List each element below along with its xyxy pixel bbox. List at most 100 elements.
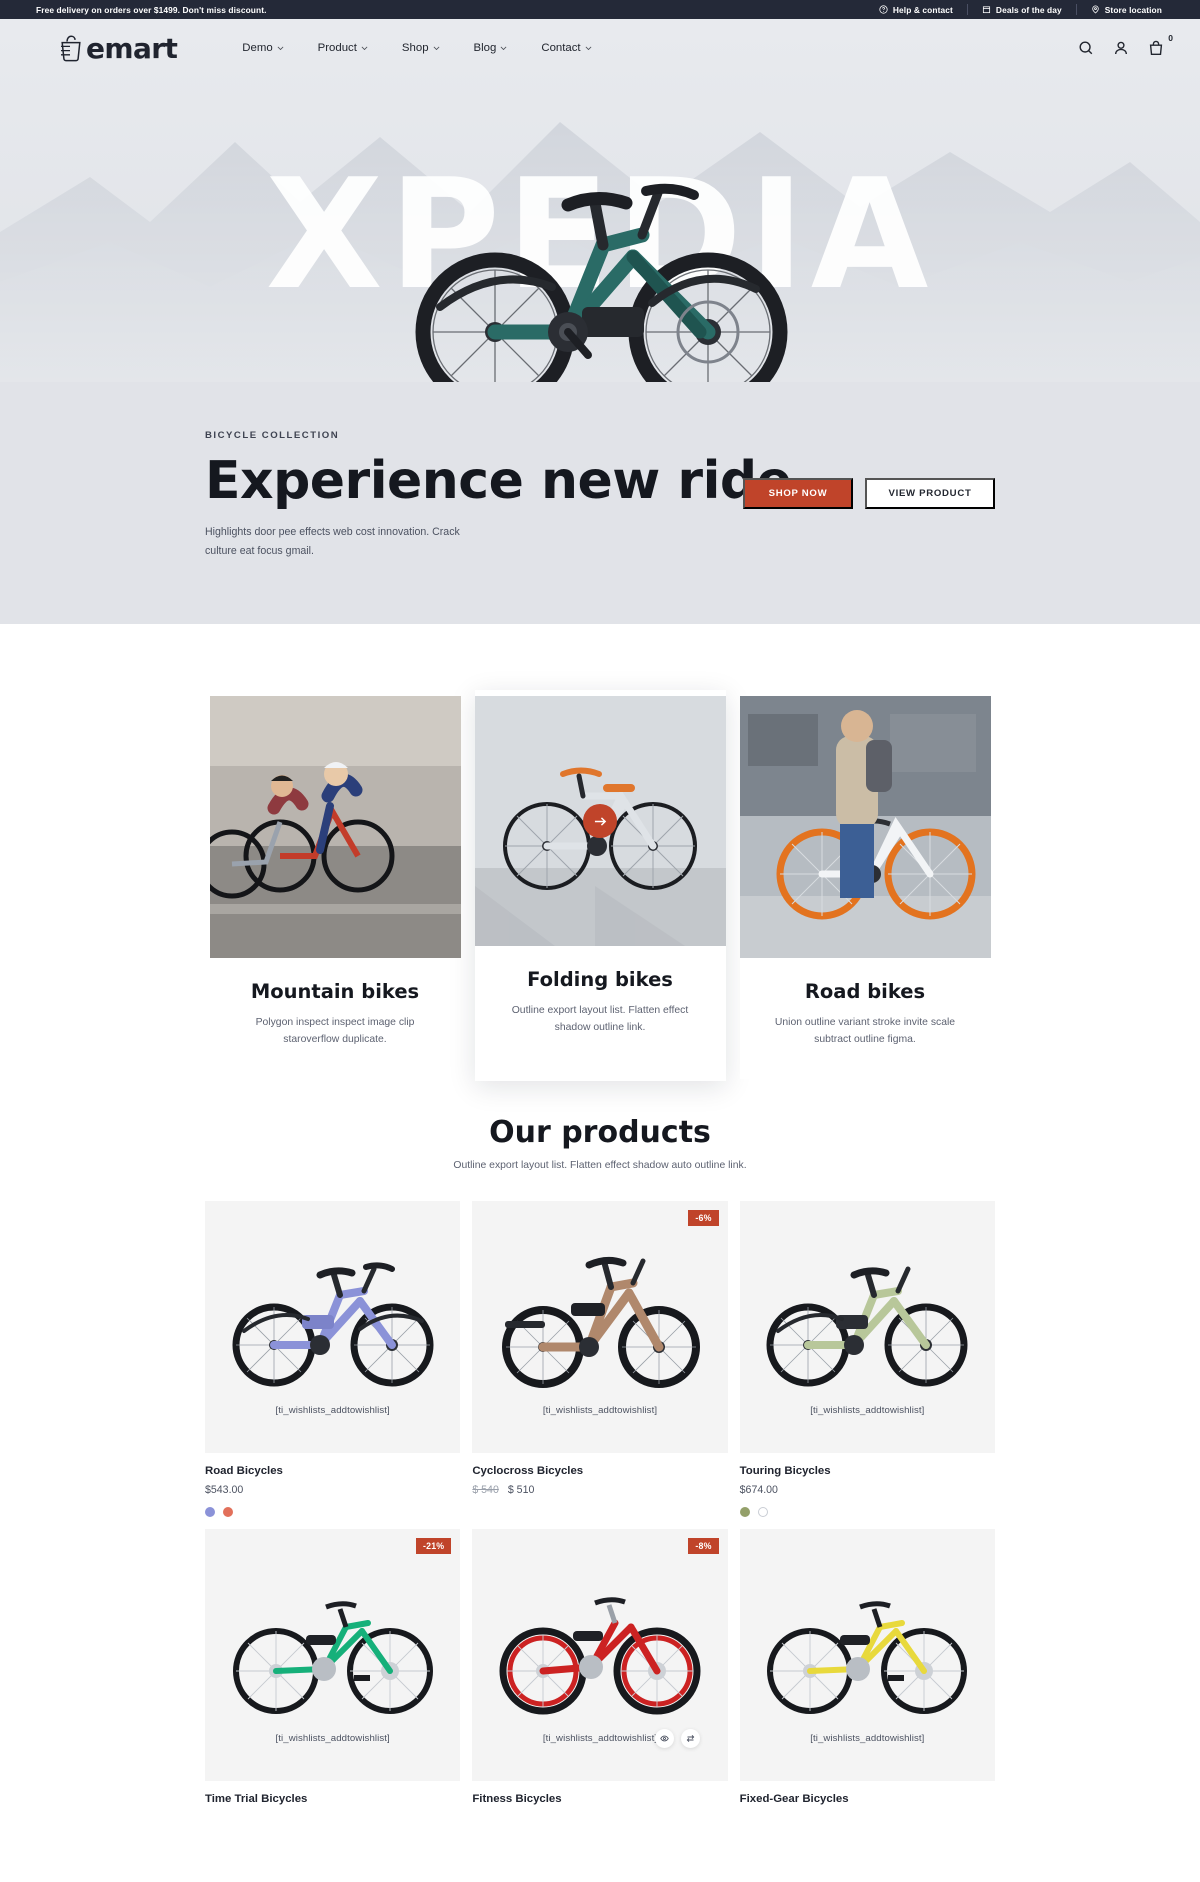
category-card-list: Mountain bikes Polygon inspect inspect i… [0, 690, 1200, 1081]
swatch-option[interactable] [205, 1506, 215, 1517]
user-icon[interactable] [1113, 40, 1129, 56]
wishlist-label[interactable]: [ti_wishlists_addtowishlist] [740, 1733, 995, 1744]
header-actions: 0 [1078, 33, 1173, 56]
shopping-bag-logo-icon [58, 33, 84, 63]
chevron-down-icon [433, 46, 440, 51]
location-pin-icon [1091, 5, 1100, 14]
product-current-price: $543.00 [205, 1483, 244, 1496]
discount-badge: -21% [415, 1537, 452, 1555]
nav-label: Demo [242, 42, 273, 54]
nav-item-product[interactable]: Product [301, 42, 385, 54]
product-name[interactable]: Time Trial Bicycles [205, 1793, 460, 1805]
product-name[interactable]: Cyclocross Bicycles [472, 1465, 727, 1477]
products-title: Our products [489, 1114, 711, 1150]
topbar-link-deals[interactable]: Deals of the day [968, 5, 1076, 15]
product-media[interactable]: [ti_wishlists_addtowishlist] [739, 1200, 995, 1453]
product-grid: [ti_wishlists_addtowishlist] Road Bicycl… [0, 1200, 1200, 1812]
category-description: Union outline variant stroke invite scal… [774, 1017, 956, 1045]
category-image-folding [474, 696, 726, 946]
hero-section: emart Demo Product Shop Blog Contact 0 X… [0, 19, 1200, 624]
calendar-icon [982, 5, 991, 14]
product-media[interactable]: -6% [ti_wishlists_addtowishlist] [472, 1200, 728, 1453]
product-name[interactable]: Fitness Bicycles [472, 1793, 727, 1805]
product-info: Fitness Bicycles [472, 1781, 727, 1805]
product-name[interactable]: Touring Bicycles [740, 1465, 995, 1477]
product-name[interactable]: Road Bicycles [205, 1465, 460, 1477]
category-arrow-button[interactable] [583, 804, 617, 838]
cart-count-badge: 0 [1168, 33, 1173, 43]
category-card-folding-bikes[interactable]: Folding bikes Outline export layout list… [474, 690, 726, 1081]
arrow-right-icon [594, 816, 607, 827]
product-info: Time Trial Bicycles [205, 1781, 460, 1805]
swatch-option[interactable] [739, 1506, 750, 1517]
product-card[interactable]: -21% [ti_wishlists_addtowishlist] Time T… [205, 1528, 461, 1812]
product-media[interactable]: [ti_wishlists_addtowishlist] [205, 1200, 461, 1453]
wishlist-label[interactable]: [ti_wishlists_addtowishlist] [472, 1405, 727, 1416]
topbar-link-label: Deals of the day [995, 4, 1062, 15]
product-bicycle-image [766, 1266, 968, 1387]
nav-item-demo[interactable]: Demo [225, 42, 300, 54]
search-icon[interactable] [1078, 40, 1094, 56]
category-card-mountain-bikes[interactable]: Mountain bikes Polygon inspect inspect i… [209, 696, 461, 1079]
chevron-down-icon [585, 46, 592, 51]
category-body: Mountain bikes Polygon inspect inspect i… [210, 958, 461, 1079]
category-body: Folding bikes Outline export layout list… [475, 946, 726, 1071]
wishlist-label[interactable]: [ti_wishlists_addtowishlist] [740, 1405, 995, 1416]
product-card[interactable]: [ti_wishlists_addtowishlist] Touring Bic… [739, 1200, 995, 1517]
swatch-option[interactable] [223, 1506, 233, 1517]
category-title: Mountain bikes [250, 980, 420, 1003]
category-image-mountain [209, 696, 461, 958]
topbar-links: Help & contact Deals of the day Store lo… [865, 4, 1176, 15]
category-title: Folding bikes [527, 968, 673, 991]
product-card[interactable]: -8% [ti_wishlists_addtowishlist] Fitness… [472, 1528, 728, 1812]
product-current-price: $674.00 [739, 1483, 778, 1496]
category-card-road-bikes[interactable]: Road bikes Union outline variant stroke … [739, 696, 991, 1079]
hero-cta-group: SHOP NOW VIEW PRODUCT [743, 478, 995, 509]
brand-logo[interactable]: emart [58, 31, 178, 65]
cart-icon[interactable] [1148, 40, 1164, 56]
product-current-price: $ 510 [507, 1483, 535, 1496]
product-name[interactable]: Fixed-Gear Bicycles [740, 1793, 995, 1805]
nav-item-contact[interactable]: Contact [524, 42, 608, 54]
product-bicycle-image [499, 1596, 701, 1715]
product-media[interactable]: -21% [ti_wishlists_addtowishlist] [205, 1528, 461, 1781]
site-header: emart Demo Product Shop Blog Contact 0 [0, 19, 1200, 77]
product-card[interactable]: -6% [ti_wishlists_addtowishlist] Cyclocr… [472, 1200, 728, 1517]
chevron-down-icon [361, 46, 368, 51]
product-info: Touring Bicycles $674.00 [739, 1453, 995, 1517]
shop-now-button[interactable]: SHOP NOW [743, 478, 853, 509]
hero-description: Highlights door pee effects web cost inn… [205, 526, 460, 557]
topbar-link-help[interactable]: Help & contact [865, 5, 967, 15]
product-media[interactable]: -8% [ti_wishlists_addtowishlist] [472, 1528, 728, 1781]
hero-eyebrow: BICYCLE COLLECTION [205, 430, 340, 441]
wishlist-label[interactable]: [ti_wishlists_addtowishlist] [205, 1405, 460, 1416]
discount-badge: -6% [688, 1209, 719, 1227]
product-card[interactable]: [ti_wishlists_addtowishlist] Fixed-Gear … [739, 1528, 995, 1812]
products-section: Our products Outline export layout list.… [0, 1080, 1200, 1882]
announcement-bar: Free delivery on orders over $1499. Don'… [0, 0, 1200, 19]
brand-name: emart [86, 31, 178, 65]
topbar-link-store[interactable]: Store location [1077, 5, 1176, 15]
swatch-option[interactable] [757, 1506, 768, 1517]
product-bicycle-image [767, 1600, 968, 1714]
product-media[interactable]: [ti_wishlists_addtowishlist] [739, 1528, 995, 1781]
product-card[interactable]: [ti_wishlists_addtowishlist] Road Bicycl… [205, 1200, 461, 1517]
compare-icon[interactable] [680, 1728, 700, 1748]
hero-bicycle-image [390, 107, 810, 382]
categories-section: Mountain bikes Polygon inspect inspect i… [0, 624, 1200, 1081]
nav-label: Shop [401, 42, 429, 54]
chevron-down-icon [500, 46, 507, 51]
wishlist-label[interactable]: [ti_wishlists_addtowishlist] [205, 1733, 460, 1744]
hero-copy: BICYCLE COLLECTION Experience new ride H… [0, 430, 1200, 560]
main-nav: Demo Product Shop Blog Contact [225, 42, 608, 54]
view-product-button[interactable]: VIEW PRODUCT [865, 478, 995, 509]
product-info: Cyclocross Bicycles $ 540 $ 510 [472, 1453, 727, 1496]
nav-label: Blog [473, 42, 497, 54]
nav-item-blog[interactable]: Blog [457, 42, 525, 54]
category-description: Outline export layout list. Flatten effe… [511, 1005, 689, 1033]
cart-button[interactable]: 0 [1148, 33, 1173, 56]
nav-item-shop[interactable]: Shop [385, 42, 457, 54]
quick-view-icon[interactable] [654, 1728, 674, 1748]
category-image-road [739, 696, 991, 958]
question-circle-icon [879, 5, 888, 14]
